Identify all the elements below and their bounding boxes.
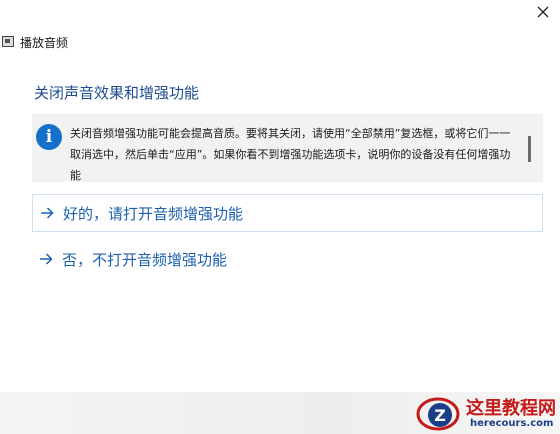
option-label: 好的，请打开音频增强功能 xyxy=(63,204,244,223)
close-icon[interactable] xyxy=(535,4,551,20)
info-text: 关闭音频增强功能可能会提高音质。要将其关闭，请使用“全部禁用”复选框，或将它们一… xyxy=(70,127,511,182)
watermark-url: herecours.com xyxy=(470,418,554,429)
window-title: 播放音频 xyxy=(20,36,69,50)
watermark-logo-letter: Z xyxy=(434,406,446,425)
speaker-app-icon xyxy=(2,36,14,47)
info-icon: i xyxy=(36,124,62,150)
option-keep-disabled[interactable]: 否，不打开音频增强功能 xyxy=(32,240,543,278)
watermark-title: 这里教程网 xyxy=(466,398,556,419)
info-panel: i 关闭音频增强功能可能会提高音质。要将其关闭，请使用“全部禁用”复选框，或将它… xyxy=(32,114,543,182)
option-enable-enhancements[interactable]: 好的，请打开音频增强功能 xyxy=(32,194,543,232)
arrow-right-icon xyxy=(40,253,53,265)
watermark-logo-icon: Z xyxy=(416,397,460,431)
title-bar: 播放音频 xyxy=(0,0,560,60)
arrow-right-icon xyxy=(41,207,54,219)
info-scrollbar-thumb[interactable] xyxy=(528,136,531,162)
page-heading: 关闭声音效果和增强功能 xyxy=(34,84,200,102)
option-label: 否，不打开音频增强功能 xyxy=(62,250,228,269)
